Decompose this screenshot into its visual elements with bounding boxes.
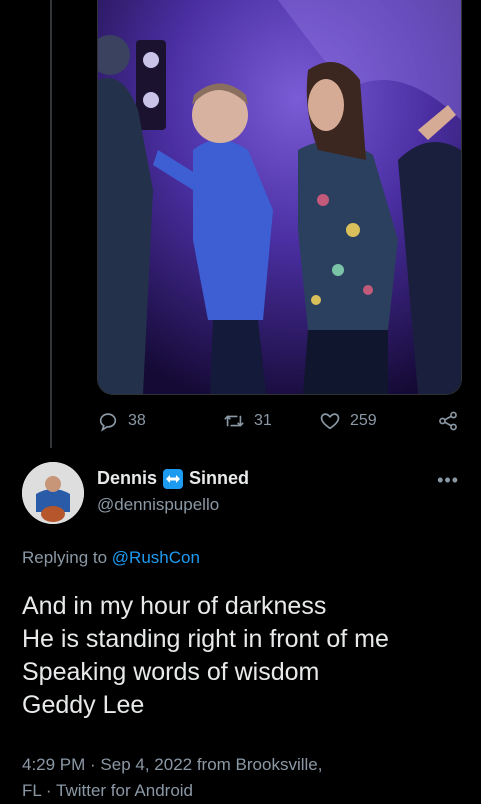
share-icon: [439, 411, 457, 431]
reply-icon: [99, 413, 117, 432]
like-count: 259: [350, 412, 377, 429]
retweet-button[interactable]: 31: [223, 410, 272, 432]
tweet-text-line: He is standing right in front of me: [22, 625, 389, 653]
retweet-count: 31: [254, 412, 272, 429]
tweet-text-line: Speaking words of wisdom: [22, 658, 320, 686]
thread-connector-line: [50, 0, 52, 448]
replying-to-mention-link[interactable]: @RushCon: [112, 548, 200, 567]
reply-button[interactable]: 38: [97, 410, 146, 432]
tweet-action-bar: 38 31 259: [97, 410, 461, 440]
swap-arrows-icon: [163, 468, 184, 489]
user-info[interactable]: Dennis Sinned @dennispupello: [97, 468, 249, 515]
heart-icon: [320, 413, 340, 430]
more-options-icon[interactable]: •••: [437, 470, 459, 491]
reply-count: 38: [128, 412, 146, 429]
display-name-part1: Dennis: [97, 468, 158, 488]
retweet-icon: [224, 415, 244, 427]
tweet-text-line: And in my hour of darkness: [22, 592, 327, 620]
avatar[interactable]: [22, 462, 84, 524]
tweet-timestamp[interactable]: 4:29 PM · Sep 4, 2022 from Brooksville,: [22, 752, 462, 778]
display-name: Dennis Sinned: [97, 468, 249, 489]
tweet-photo[interactable]: [97, 0, 462, 395]
like-button[interactable]: 259: [319, 410, 377, 432]
display-name-part2: Sinned: [189, 468, 250, 488]
tweet-text-line: Geddy Lee: [22, 691, 145, 719]
user-handle: @dennispupello: [97, 495, 220, 514]
share-button[interactable]: [437, 410, 459, 432]
tweet-text: And in my hour of darkness He is standin…: [22, 590, 472, 722]
replying-to-label: Replying to: [22, 548, 108, 567]
tweet-metadata: 4:29 PM · Sep 4, 2022 from Brooksville, …: [22, 752, 462, 804]
tweet-source: FL · Twitter for Android: [22, 781, 194, 800]
replying-to: Replying to @RushCon: [22, 548, 200, 568]
